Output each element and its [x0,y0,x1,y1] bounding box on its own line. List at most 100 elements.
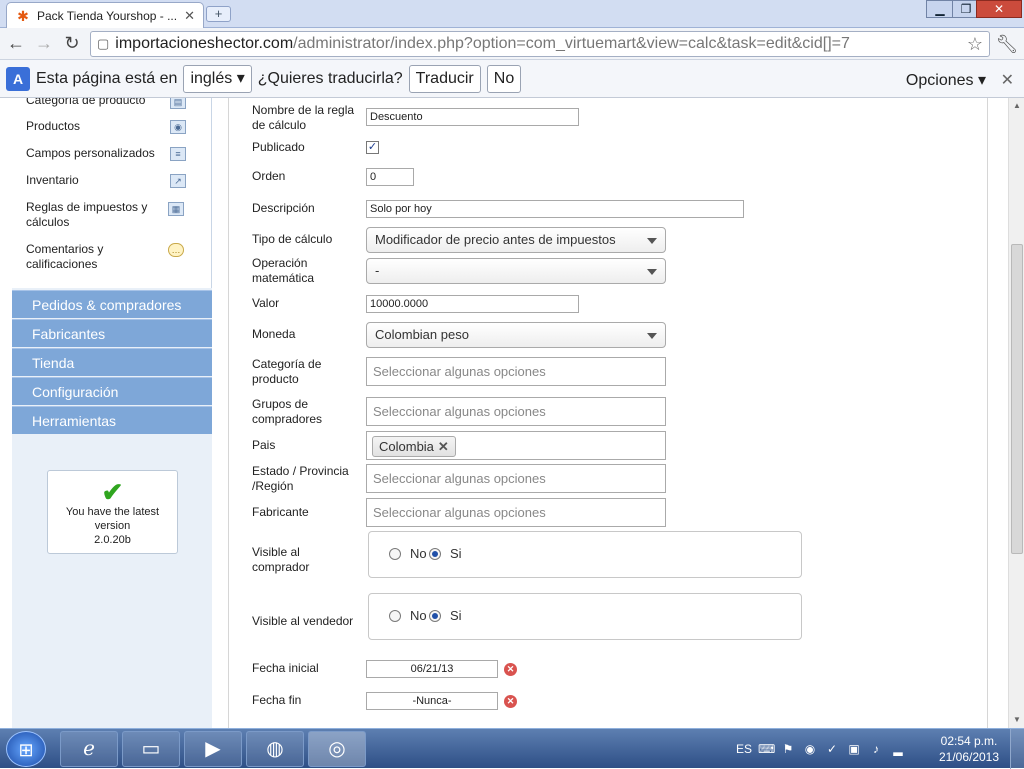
security-icon[interactable]: ✓ [824,741,840,757]
new-tab-button[interactable]: + [206,6,231,22]
sidebar-item-categoria-producto[interactable]: Categoría de producto ▤ [26,98,212,109]
volume-icon[interactable]: ♪ [868,741,884,757]
language-select[interactable]: inglés ▾ [183,64,252,93]
publicado-label: Publicado [252,140,305,154]
categoria-multiselect[interactable]: Seleccionar algunas opciones [366,357,666,386]
pdf-icon[interactable]: ▣ [846,741,862,757]
wrench-menu-icon[interactable]: 🔧︎ [994,31,1020,57]
pais-label: Pais [252,438,276,452]
tipo-calculo-select[interactable]: Modificador de precio antes de impuestos [366,227,666,253]
visible-comprador-radio-group: No Si [368,531,802,578]
operacion-select[interactable]: - [366,258,666,284]
sidebar-group-herramientas[interactable]: Herramientas [12,406,212,434]
taskbar-clock[interactable]: 02:54 p.m. 21/06/2013 [934,733,1004,765]
moneda-label: Moneda [252,327,296,341]
back-arrow-icon[interactable]: ← [4,31,28,55]
sidebar-group-fabricantes[interactable]: Fabricantes [12,319,212,347]
visible-vendedor-no-radio[interactable] [389,610,401,622]
minimize-button[interactable]: ▁ [926,0,954,18]
scroll-down-arrow-icon[interactable]: ▼ [1009,712,1024,728]
translate-options-menu[interactable]: Opciones ▾ [906,70,986,90]
keyboard-icon[interactable]: ⌨ [758,741,775,757]
visible-vendedor-label: Visible al vendedor [252,614,354,628]
avast-icon[interactable]: ◉ [802,741,818,757]
fabricante-label: Fabricante [252,505,309,519]
fabricante-multiselect[interactable]: Seleccionar algunas opciones [366,498,666,527]
radio-no-label: No [410,546,427,561]
pais-multiselect[interactable]: Colombia ✕ [366,431,666,460]
valor-input[interactable]: 10000.0000 [366,295,579,313]
estado-multiselect[interactable]: Seleccionar algunas opciones [366,464,666,493]
browser-tab[interactable]: ✱ Pack Tienda Yourshop - ... ✕ [6,2,204,28]
visible-vendedor-si-radio[interactable] [429,610,441,622]
google-translate-icon: A [6,66,30,91]
translate-question: ¿Quieres traducirla? [257,69,403,87]
sidebar-group-pedidos[interactable]: Pedidos & compradores [12,290,212,318]
nombre-label: Nombre de la regla de cálculo [252,103,355,132]
clear-fecha-fin-icon[interactable]: ✕ [504,695,517,708]
fecha-inicial-label: Fecha inicial [252,661,319,675]
grupos-label: Grupos de compradores [252,397,323,426]
start-button[interactable]: ⊞ [6,731,46,767]
tipo-calculo-label: Tipo de cálculo [252,232,333,246]
visible-comprador-si-radio[interactable] [429,548,441,560]
close-window-button[interactable]: ✕ [976,0,1022,18]
nombre-input[interactable]: Descuento [366,108,579,126]
sidebar-group-tienda[interactable]: Tienda [12,348,212,376]
chart-icon: ↗ [170,174,186,188]
grupos-multiselect[interactable]: Seleccionar algunas opciones [366,397,666,426]
address-bar[interactable]: ▢ importacioneshector.com/administrator/… [90,31,990,57]
comment-icon: … [168,243,184,257]
bookmark-star-icon[interactable]: ☆ [967,34,983,55]
url-text[interactable]: importacioneshector.com/administrator/in… [115,35,961,53]
no-translate-button[interactable]: No [486,64,522,93]
clear-fecha-inicial-icon[interactable]: ✕ [504,663,517,676]
calculator-icon: ▦ [168,202,184,216]
sidebar-item-reglas-impuestos[interactable]: Reglas de impuestos y cálculos [26,200,166,230]
visible-vendedor-radio-group: No Si [368,593,802,640]
clock-date: 21/06/2013 [938,750,1000,764]
media-player-taskbar-icon[interactable]: ▶ [184,731,242,767]
visible-comprador-no-radio[interactable] [389,548,401,560]
sidebar-group-configuracion[interactable]: Configuración [12,377,212,405]
explorer-folder-taskbar-icon[interactable]: ▭ [122,731,180,767]
pais-chip-colombia[interactable]: Colombia ✕ [372,436,456,457]
scroll-up-arrow-icon[interactable]: ▲ [1009,98,1024,114]
sidebar-item-productos[interactable]: Productos ◉ [26,119,212,134]
checkmark-icon: ✔ [101,477,124,507]
flag-icon[interactable]: ⚑ [780,741,796,757]
translate-prefix: Esta página está en [36,69,178,87]
fecha-inicial-input[interactable]: 06/21/13 [366,660,498,678]
sidebar-menu-list: Categoría de producto ▤ Productos ◉ Camp… [12,98,212,288]
sidebar-item-inventario[interactable]: Inventario ↗ [26,173,212,188]
reload-icon[interactable]: ↻ [60,31,84,55]
translate-button[interactable]: Traducir [408,64,481,93]
network-signal-icon[interactable]: ▂ [890,741,906,757]
moneda-select[interactable]: Colombian peso [366,322,666,348]
chip-remove-icon[interactable]: ✕ [438,439,449,454]
tab-close-icon[interactable]: ✕ [184,8,195,24]
publicado-checkbox[interactable]: ✓ [366,141,379,154]
language-indicator[interactable]: ES [736,741,752,757]
page-icon: ▢ [97,36,110,51]
version-number: 2.0.20b [94,534,131,546]
sidebar-item-comentarios[interactable]: Comentarios y calificaciones [26,242,156,272]
version-message: You have the latest version [65,506,160,532]
show-desktop-button[interactable] [1010,729,1024,769]
translate-close-icon[interactable]: ✕ [1001,70,1014,90]
fecha-fin-label: Fecha fin [252,693,302,707]
firefox-taskbar-icon[interactable]: ◍ [246,731,304,767]
page-scrollbar[interactable]: ▲ ▼ [1008,98,1024,728]
version-status-box: ✔ You have the latest version 2.0.20b [47,470,178,554]
forward-arrow-icon[interactable]: → [32,31,56,55]
page-content: Categoría de producto ▤ Productos ◉ Camp… [0,98,1008,728]
orden-input[interactable]: 0 [366,168,414,186]
sidebar-item-campos-personalizados[interactable]: Campos personalizados ≡ [26,146,212,161]
scrollbar-thumb[interactable] [1011,244,1023,554]
fecha-fin-input[interactable]: -Nunca- [366,692,498,710]
chrome-taskbar-icon[interactable]: ◎ [308,731,366,767]
estado-label: Estado / Provincia /Región [252,464,349,493]
descripcion-input[interactable]: Solo por hoy [366,200,744,218]
internet-explorer-taskbar-icon[interactable]: ℯ [60,731,118,767]
translate-bar: A Esta página está en inglés ▾ ¿Quieres … [0,60,1024,98]
